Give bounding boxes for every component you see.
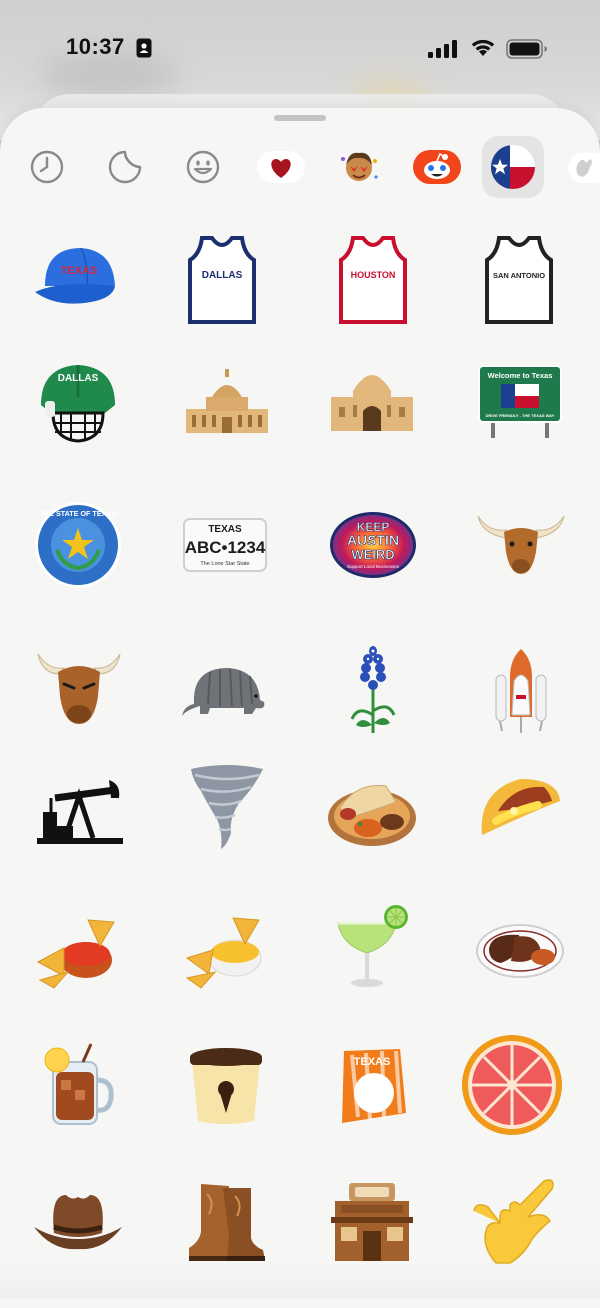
category-app-stickers[interactable] xyxy=(406,136,468,198)
helmet-text: DALLAS xyxy=(58,373,99,384)
hand-sticker-icon xyxy=(568,153,600,183)
whataburger-text: TEXAS xyxy=(354,1056,391,1068)
sticker-chips-and-salsa[interactable] xyxy=(20,888,140,1008)
id-card-icon xyxy=(136,38,152,58)
sticker-texas-license-plate[interactable]: TEXAS ABC•1234 The Lone Star State xyxy=(165,485,285,605)
jersey-text-houston: HOUSTON xyxy=(351,270,396,280)
battery-icon xyxy=(506,39,547,59)
sticker-armadillo[interactable] xyxy=(166,630,286,750)
sticker-welcome-to-texas-sign[interactable]: Welcome to Texas DRIVE FRIENDLY - THE TE… xyxy=(460,342,580,462)
sticker-oil-pump[interactable] xyxy=(20,748,140,868)
jersey-text-dallas: DALLAS xyxy=(202,270,243,281)
sticker-alamo[interactable] xyxy=(312,342,432,462)
texas-flag-icon xyxy=(491,145,535,189)
sticker-san-antonio-jersey[interactable]: SAN ANTONIO xyxy=(459,220,579,340)
sticker-taco[interactable] xyxy=(459,748,579,868)
category-recent[interactable] xyxy=(16,136,78,198)
plate-sub-text: The Lone Star State xyxy=(200,561,249,567)
sticker-whataburger-tent[interactable]: TEXAS xyxy=(310,1025,430,1145)
sheet-grabber[interactable] xyxy=(274,115,326,121)
category-heart-stickers[interactable] xyxy=(250,136,312,198)
plate-number-text: ABC•1234 xyxy=(185,538,266,557)
sticker-grapefruit[interactable] xyxy=(452,1025,572,1145)
sticker-space-shuttle[interactable] xyxy=(461,630,581,750)
red-heart-icon xyxy=(257,151,305,183)
bottom-fade xyxy=(0,1262,600,1299)
wifi-icon xyxy=(471,39,495,56)
status-bar: 10:37 xyxy=(0,0,600,96)
sticker-state-of-texas-seal[interactable]: THE STATE OF TEXAS xyxy=(18,485,138,605)
sticker-texas-capitol[interactable] xyxy=(167,342,287,462)
clock-icon xyxy=(30,150,64,184)
seal-text: THE STATE OF TEXAS xyxy=(40,509,117,518)
keep-austin-sub: Support Local Businesses xyxy=(347,564,400,569)
sticker-blue-texas-cap[interactable]: TEXAS xyxy=(19,220,139,340)
sticker-dallas-hockey-helmet[interactable]: DALLAS xyxy=(18,342,138,462)
keep-austin-line3: WEIRD xyxy=(351,547,394,562)
memoji-face-icon xyxy=(341,152,378,181)
cellular-signal-icon xyxy=(428,40,457,58)
sticker-bluebonnet[interactable] xyxy=(313,630,433,750)
category-bar xyxy=(0,134,600,204)
sticker-longhorn-head[interactable] xyxy=(461,485,581,605)
jersey-text-san-antonio: SAN ANTONIO xyxy=(493,271,545,280)
sticker-bull-head[interactable] xyxy=(19,630,139,750)
sticker-dallas-jersey[interactable]: DALLAS xyxy=(162,220,282,340)
welcome-sign-title: Welcome to Texas xyxy=(488,371,553,380)
sticker-tornado[interactable] xyxy=(167,748,287,868)
category-texas-pack[interactable] xyxy=(482,136,544,198)
category-emoji[interactable] xyxy=(172,136,234,198)
category-more[interactable] xyxy=(560,136,600,198)
sticker-margarita[interactable] xyxy=(312,888,432,1008)
keep-austin-line2: AUSTIN xyxy=(347,532,399,548)
sticker-keep-austin-weird-badge[interactable]: KEEP AUSTIN WEIRD Support Local Business… xyxy=(313,485,433,605)
sticker-chips-and-queso[interactable] xyxy=(165,888,285,1008)
cap-logo-text: TEXAS xyxy=(61,265,98,277)
smiley-icon xyxy=(186,150,220,184)
sticker-iced-tea-jar[interactable] xyxy=(19,1025,139,1145)
category-memoji[interactable] xyxy=(328,136,390,198)
plate-state-text: TEXAS xyxy=(208,524,242,535)
sticker-houston-jersey[interactable]: HOUSTON xyxy=(313,220,433,340)
sticker-ice-cream-pint[interactable] xyxy=(166,1025,286,1145)
sticker-icon xyxy=(108,150,142,184)
category-stickers[interactable] xyxy=(94,136,156,198)
sticker-burrito-plate[interactable] xyxy=(312,748,432,868)
welcome-sign-subtitle: DRIVE FRIENDLY - THE TEXAS WAY xyxy=(486,413,555,418)
status-time: 10:37 xyxy=(66,34,125,59)
alien-mascot-icon xyxy=(413,150,461,184)
sticker-brisket-plate[interactable] xyxy=(460,888,580,1008)
